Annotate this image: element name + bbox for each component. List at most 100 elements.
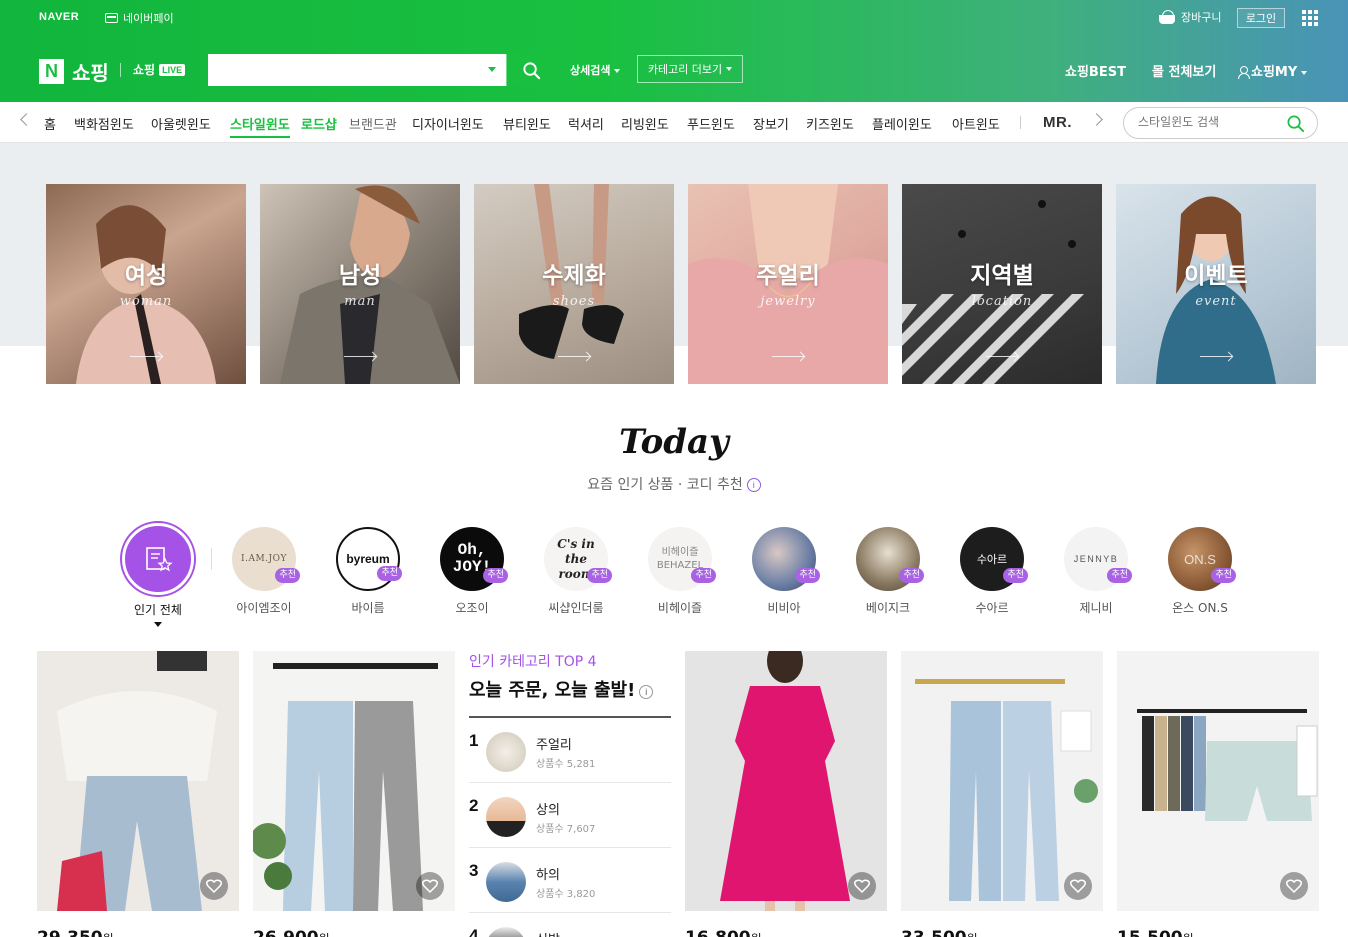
search-input[interactable] [208, 54, 506, 86]
brand-item[interactable]: 추천 베이지크 [843, 527, 933, 616]
nav-item-mr[interactable]: MR. [1043, 114, 1072, 131]
brand-logo: I.AM.JOY 추천 [232, 527, 300, 591]
nav-item-department[interactable]: 백화점윈도 [74, 114, 134, 133]
banner-event[interactable]: 이벤트 event [1116, 184, 1316, 384]
brand-item[interactable]: ON.S 추천 온스 ON.S [1155, 527, 1245, 616]
product-card[interactable] [901, 651, 1103, 911]
nav-item-beauty[interactable]: 뷰티윈도 [503, 114, 551, 133]
brand-item[interactable]: 추천 비비아 [739, 527, 829, 616]
brand-filter-all[interactable]: 인기 전체 [121, 523, 195, 627]
stylewindow-search-input[interactable] [1138, 115, 1278, 129]
category-rank-item[interactable]: 3 하의 상품수 3,820 [469, 848, 671, 913]
brand-item[interactable]: C's in the room 추천 씨샵인더룸 [531, 527, 621, 616]
brand-item[interactable]: 수아르 추천 수아르 [947, 527, 1037, 616]
brand-item[interactable]: I.AM.JOY 추천 아이엠조이 [219, 527, 309, 616]
detail-search-link[interactable]: 상세검색 [570, 62, 621, 78]
info-icon[interactable]: i [746, 478, 761, 492]
nav-divider [1020, 116, 1021, 129]
brand-name: 온스 ON.S [1172, 601, 1228, 615]
search-button[interactable] [506, 54, 556, 86]
nav-item-food[interactable]: 푸드윈도 [687, 114, 735, 133]
naverpay-link[interactable]: 네이버페이 [105, 10, 174, 26]
nav-item-designer[interactable]: 디자이너윈도 [412, 114, 484, 133]
nav-item-luxury[interactable]: 럭셔리 [568, 114, 604, 133]
banner-woman[interactable]: 여성 woman [46, 184, 246, 384]
info-icon[interactable]: i [639, 685, 654, 699]
wish-heart-icon[interactable] [1280, 872, 1308, 900]
top4-kicker: 인기 카테고리 TOP 4 [469, 654, 597, 670]
wish-heart-icon[interactable] [848, 872, 876, 900]
product-price: 33,500원 [901, 928, 978, 937]
chevron-down-icon [614, 69, 621, 73]
recommend-badge: 추천 [1107, 568, 1132, 583]
top4-title: 오늘 주문, 오늘 출발! i [469, 676, 671, 718]
shopping-live-link[interactable]: 쇼핑 LIVE [120, 61, 186, 78]
shopping-logo-text: 쇼핑 [72, 61, 109, 85]
wish-heart-icon[interactable] [416, 872, 444, 900]
nav-item-roadshop[interactable]: 로드샵 [301, 114, 337, 133]
search-icon[interactable] [1286, 114, 1305, 133]
brand-item[interactable]: byreum 추천 바이름 [323, 527, 413, 616]
category-more-button[interactable]: 카테고리 더보기 [637, 55, 743, 83]
banner-shoes[interactable]: 수제화 shoes [474, 184, 674, 384]
rank-number: 3 [469, 861, 479, 880]
nav-next-arrow-icon[interactable] [1090, 113, 1103, 126]
nav-item-stylewindow[interactable]: 스타일윈도 [230, 114, 290, 138]
live-badge: LIVE [159, 63, 186, 76]
brand-name: 바이름 [351, 601, 385, 615]
category-count: 상품수 3,820 [536, 889, 596, 900]
nav-prev-arrow-icon[interactable] [20, 113, 33, 126]
product-card[interactable] [685, 651, 887, 911]
recommend-badge: 추천 [795, 568, 820, 583]
banner-man[interactable]: 남성 man [260, 184, 460, 384]
apps-grid-icon[interactable] [1302, 10, 1318, 26]
brand-item[interactable]: Oh, JOY! 추천 오조이 [427, 527, 517, 616]
category-rank-item[interactable]: 2 상의 상품수 7,607 [469, 783, 671, 848]
brand-name: 수아르 [975, 601, 1009, 615]
banner-jewelry[interactable]: 주얼리 jewelry [688, 184, 888, 384]
naverpay-label: 네이버페이 [123, 12, 174, 25]
basket-icon [1158, 10, 1176, 24]
wish-heart-icon[interactable] [1064, 872, 1092, 900]
category-rank-item[interactable]: 4 신발 [469, 913, 671, 937]
search-icon [523, 61, 541, 79]
product-card[interactable] [37, 651, 239, 911]
nav-item-play[interactable]: 플레이윈도 [872, 114, 932, 133]
shopping-best-link[interactable]: 쇼핑BEST [1065, 61, 1126, 80]
product-card[interactable] [1117, 651, 1319, 911]
rank-number: 4 [469, 926, 479, 937]
banner-location[interactable]: 지역별 location [902, 184, 1102, 384]
search-dropdown-caret-icon[interactable] [488, 67, 496, 72]
nav-item-living[interactable]: 리빙윈도 [621, 114, 669, 133]
nav-item-kids[interactable]: 키즈윈도 [806, 114, 854, 133]
shopping-my-link[interactable]: 쇼핑MY [1238, 61, 1308, 80]
category-rank-item[interactable]: 1 주얼리 상품수 5,281 [469, 718, 671, 783]
nav-item-grocery[interactable]: 장보기 [753, 114, 789, 133]
naver-logo[interactable]: NAVER [39, 11, 79, 23]
brand-item[interactable]: 비헤이즐 BEHAZEL 추천 비헤이즐 [635, 527, 725, 616]
banner-subtitle: man [344, 294, 376, 309]
nav-item-home[interactable]: 홈 [44, 114, 56, 133]
mall-all-link[interactable]: 몰 전체보기 [1152, 61, 1216, 80]
brand-name: 제니비 [1079, 601, 1113, 615]
nav-item-art[interactable]: 아트윈도 [952, 114, 1000, 133]
naver-shopping-logo[interactable]: N 쇼핑 [39, 57, 109, 86]
wish-heart-icon[interactable] [200, 872, 228, 900]
cart-link[interactable]: 장바구니 [1158, 9, 1221, 25]
login-button[interactable]: 로그인 [1237, 8, 1285, 28]
arrow-right-icon [1200, 356, 1232, 357]
price-unit: 원 [967, 932, 978, 937]
today-subtitle: 요즘 인기 상품 · 코디 추천 i [0, 474, 1348, 494]
category-thumbnail [486, 862, 526, 902]
brand-logo: ON.S 추천 [1168, 527, 1236, 591]
global-header: NAVER 네이버페이 장바구니 로그인 N 쇼핑 쇼핑 LIVE 상세검색 카… [0, 0, 1348, 102]
brand-item[interactable]: JENNYB 추천 제니비 [1051, 527, 1141, 616]
price-value: 26,900 [253, 928, 319, 937]
nav-item-brand[interactable]: 브랜드관 [349, 114, 397, 133]
product-card[interactable] [253, 651, 455, 911]
arrow-right-icon [130, 356, 162, 357]
price-unit: 원 [319, 932, 330, 937]
brand-logo: Oh, JOY! 추천 [440, 527, 508, 591]
recommend-badge: 추천 [899, 568, 924, 583]
nav-item-outlet[interactable]: 아울렛윈도 [151, 114, 211, 133]
